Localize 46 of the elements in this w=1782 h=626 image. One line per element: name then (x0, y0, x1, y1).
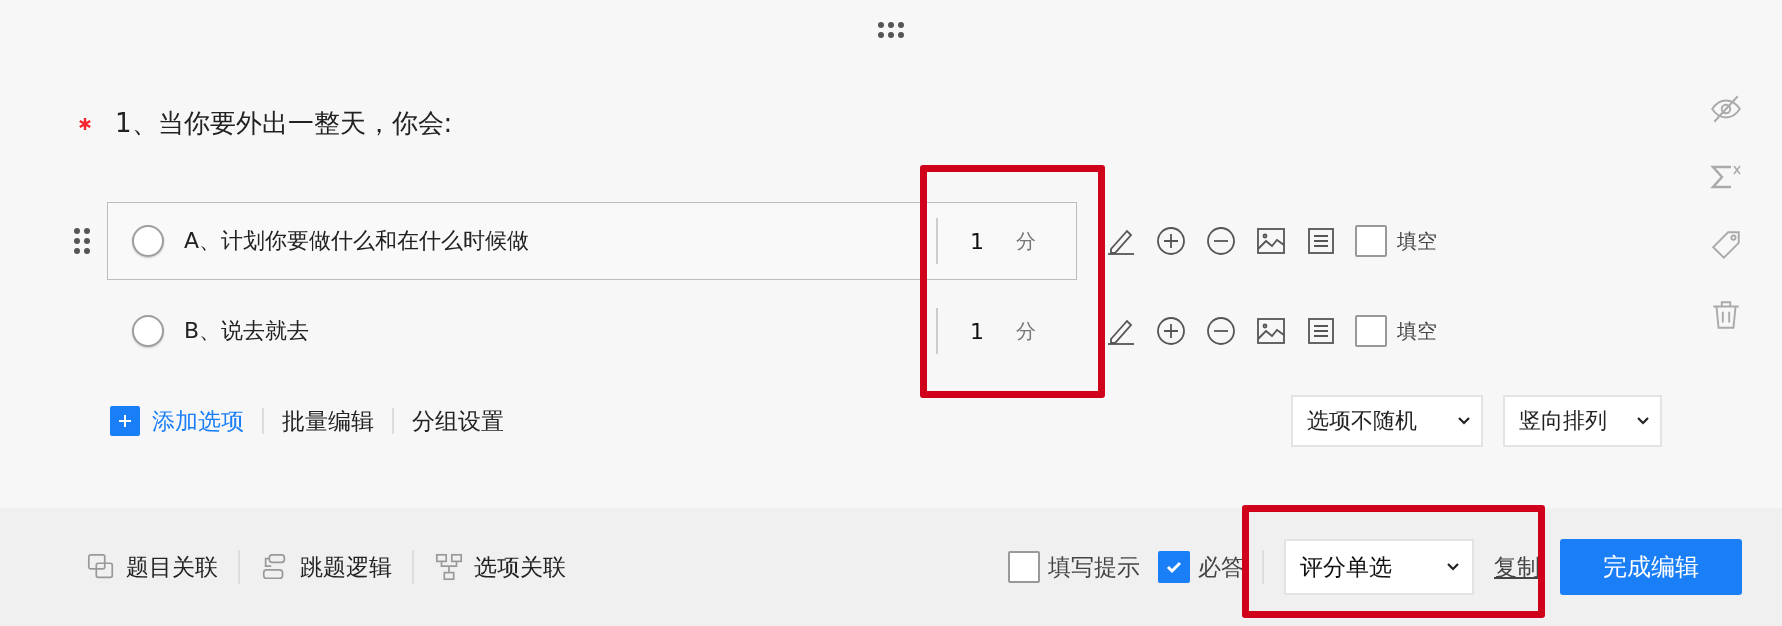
image-icon[interactable] (1255, 225, 1287, 257)
caret-icon (1457, 416, 1471, 426)
list-icon[interactable] (1305, 225, 1337, 257)
radio-button[interactable] (132, 315, 164, 347)
checkbox[interactable] (1355, 315, 1387, 347)
copy-link[interactable]: 复制 (1494, 551, 1540, 583)
option-label: B、说去就去 (184, 317, 311, 345)
done-button[interactable]: 完成编辑 (1560, 539, 1742, 595)
option-row[interactable]: A、计划你要做什么和在什么时候做 1 分 (107, 202, 1077, 280)
footer-link[interactable]: 跳题逻辑 (300, 551, 392, 583)
checkbox[interactable] (1158, 551, 1190, 583)
score-unit: 分 (1016, 227, 1037, 255)
type-dropdown[interactable]: 评分单选 (1284, 539, 1474, 595)
checkbox-label: 填写提示 (1048, 552, 1140, 582)
score-unit: 分 (1016, 317, 1037, 345)
add-circle-icon[interactable] (1155, 225, 1187, 257)
checkbox[interactable] (1355, 225, 1387, 257)
tag-icon[interactable] (1709, 228, 1743, 262)
score-value[interactable]: 1 (938, 318, 1016, 344)
drag-handle-icon[interactable] (876, 20, 906, 40)
list-icon[interactable] (1305, 315, 1337, 347)
checkbox-label: 填空 (1397, 317, 1437, 345)
dropdown[interactable]: 选项不随机 (1291, 395, 1483, 447)
radio-button[interactable] (132, 225, 164, 257)
add-circle-icon[interactable] (1155, 315, 1187, 347)
remove-circle-icon[interactable] (1205, 225, 1237, 257)
caret-icon (1636, 416, 1650, 426)
option-row[interactable]: B、说去就去 1 分 (107, 292, 1077, 370)
checkbox-label: 必答 (1198, 552, 1244, 582)
drag-handle-icon[interactable] (71, 226, 92, 256)
footer-link[interactable]: 选项关联 (474, 551, 566, 583)
caret-icon (1446, 562, 1460, 572)
question-title: 1、当你要外出一整天，你会: (115, 106, 453, 140)
dropdown[interactable]: 竖向排列 (1503, 395, 1662, 447)
score-value[interactable]: 1 (938, 228, 1016, 254)
hierarchy-icon[interactable] (434, 552, 464, 582)
image-icon[interactable] (1255, 315, 1287, 347)
add-icon[interactable] (110, 406, 140, 436)
footer-link[interactable]: 题目关联 (126, 551, 218, 583)
add-option-link[interactable]: 添加选项 (152, 405, 244, 437)
action-link[interactable]: 批量编辑 (282, 405, 374, 437)
checkbox-label: 填空 (1397, 227, 1437, 255)
remove-circle-icon[interactable] (1205, 315, 1237, 347)
action-link[interactable]: 分组设置 (412, 405, 504, 437)
option-label: A、计划你要做什么和在什么时候做 (184, 227, 531, 255)
checkbox[interactable] (1008, 551, 1040, 583)
